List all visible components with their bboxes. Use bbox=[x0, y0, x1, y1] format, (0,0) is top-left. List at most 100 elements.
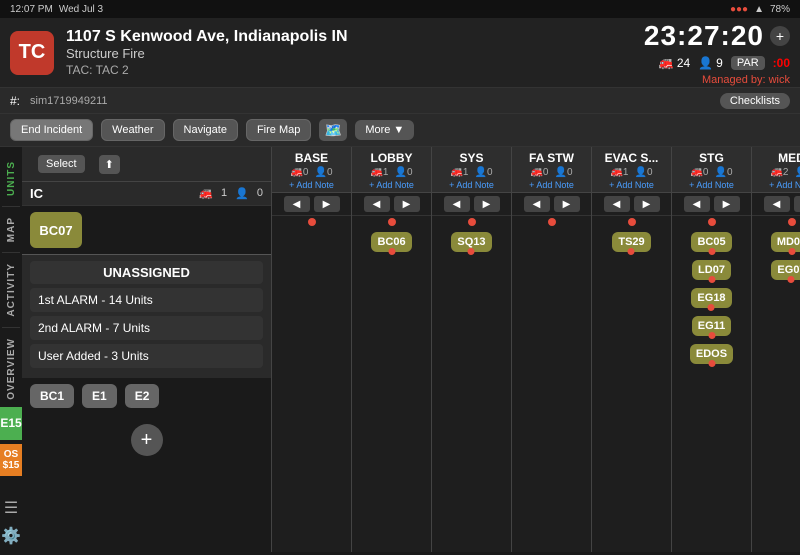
sidebar-item-overview[interactable]: OVERVIEW bbox=[4, 330, 19, 408]
column-evac: EVAC S... 🚒1 👤0 + Add Note ◀ ▶ TS29 bbox=[592, 147, 672, 552]
sidebar-item-map[interactable]: MAP bbox=[4, 209, 19, 250]
col-sys-title: SYS bbox=[436, 151, 507, 165]
status-dot-base bbox=[308, 218, 316, 226]
timer-plus-button[interactable]: + bbox=[770, 26, 790, 46]
arrow-left-stg[interactable]: ◀ bbox=[684, 196, 710, 212]
arrow-left-med[interactable]: ◀ bbox=[764, 196, 790, 212]
select-button[interactable]: Select bbox=[38, 155, 85, 173]
unit-eg18[interactable]: EG18 bbox=[691, 288, 731, 308]
unit-eg11[interactable]: EG11 bbox=[692, 316, 732, 336]
sidebar-item-units[interactable]: UNITS bbox=[4, 153, 19, 204]
arrow-right-lobby[interactable]: ▶ bbox=[394, 196, 420, 212]
ic-truck-icon: 🚒 bbox=[199, 187, 213, 200]
col-unit-ts29-wrap: TS29 bbox=[592, 228, 671, 256]
arrow-right-stg[interactable]: ▶ bbox=[714, 196, 740, 212]
unit-bc06[interactable]: BC06 bbox=[371, 232, 411, 252]
alarm-row-2[interactable]: 2nd ALARM - 7 Units bbox=[30, 316, 263, 340]
unit-md03[interactable]: MD03 bbox=[771, 232, 800, 252]
alarm-row-1[interactable]: 1st ALARM - 14 Units bbox=[30, 288, 263, 312]
truck-icon: 🚒 bbox=[659, 56, 674, 70]
unit-edos[interactable]: EDOS bbox=[690, 344, 733, 364]
col-fastw-header: FA STW 🚒0 👤0 + Add Note bbox=[512, 147, 591, 193]
hash-label: #: bbox=[10, 94, 20, 108]
unit-eg07[interactable]: EG07 bbox=[771, 260, 800, 280]
arrow-left-base[interactable]: ◀ bbox=[284, 196, 310, 212]
col-unit-eg07-wrap: EG07 bbox=[752, 256, 800, 284]
bc07-unit[interactable]: BC07 bbox=[30, 212, 82, 248]
more-button[interactable]: More ▼ bbox=[355, 120, 414, 140]
hamburger-icon[interactable]: ☰ bbox=[4, 498, 18, 518]
person-icon: 👤0 bbox=[635, 167, 653, 178]
add-note-evac[interactable]: + Add Note bbox=[596, 180, 667, 190]
truck-icon: 🚒2 bbox=[770, 167, 788, 178]
unit-bc1[interactable]: BC1 bbox=[30, 384, 74, 408]
add-note-stg[interactable]: + Add Note bbox=[676, 180, 747, 190]
add-note-fastw[interactable]: + Add Note bbox=[516, 180, 587, 190]
weather-button[interactable]: Weather bbox=[101, 119, 164, 141]
sidebar-item-activity[interactable]: ACTIVITY bbox=[4, 255, 19, 325]
truck-icon: 🚒1 bbox=[370, 167, 388, 178]
end-incident-button[interactable]: End Incident bbox=[10, 119, 93, 141]
col-unit-ld07-wrap: LD07 bbox=[672, 256, 751, 284]
unit-e2[interactable]: E2 bbox=[125, 384, 160, 408]
arrow-left-sys[interactable]: ◀ bbox=[444, 196, 470, 212]
arrow-right-med[interactable]: ▶ bbox=[794, 196, 800, 212]
map-icon-button[interactable]: 🗺️ bbox=[319, 119, 347, 141]
arrow-right-fastw[interactable]: ▶ bbox=[554, 196, 580, 212]
arrow-left-evac[interactable]: ◀ bbox=[604, 196, 630, 212]
unit-ld07[interactable]: LD07 bbox=[692, 260, 731, 280]
units-stat: 🚒 24 bbox=[659, 56, 690, 70]
unit-bc05[interactable]: BC05 bbox=[691, 232, 731, 252]
arrow-left-lobby[interactable]: ◀ bbox=[364, 196, 390, 212]
unit-sq13[interactable]: SQ13 bbox=[451, 232, 491, 252]
incident-info: 1107 S Kenwood Ave, Indianapolis IN Stru… bbox=[66, 28, 644, 77]
person-icon: 👤0 bbox=[475, 167, 493, 178]
add-note-base[interactable]: + Add Note bbox=[276, 180, 347, 190]
persons-count: 9 bbox=[716, 56, 723, 70]
col-unit-sq13-wrap: SQ13 bbox=[432, 228, 511, 256]
status-dot-evac bbox=[628, 218, 636, 226]
arrow-right-base[interactable]: ▶ bbox=[314, 196, 340, 212]
arrow-right-sys[interactable]: ▶ bbox=[474, 196, 500, 212]
col-unit-md03-wrap: MD03 bbox=[752, 228, 800, 256]
unit-dot-ts29 bbox=[628, 248, 635, 255]
column-stg: STG 🚒0 👤0 + Add Note ◀ ▶ BC05 LD07 bbox=[672, 147, 752, 552]
signal-icon: ●●● bbox=[730, 4, 748, 15]
columns-area: BASE 🚒0 👤0 + Add Note ◀ ▶ LOBBY bbox=[272, 147, 800, 552]
col-fastw-stats: 🚒0 👤0 bbox=[516, 167, 587, 178]
navigate-button[interactable]: Navigate bbox=[173, 119, 238, 141]
tab-divider-2 bbox=[2, 252, 20, 253]
unit-ts29[interactable]: TS29 bbox=[612, 232, 650, 252]
add-note-med[interactable]: + Add Note bbox=[756, 180, 800, 190]
col-lobby-title: LOBBY bbox=[356, 151, 427, 165]
fire-map-button[interactable]: Fire Map bbox=[246, 119, 311, 141]
arrow-left-fastw[interactable]: ◀ bbox=[524, 196, 550, 212]
tab-divider-1 bbox=[2, 206, 20, 207]
col-base-stats: 🚒0 👤0 bbox=[276, 167, 347, 178]
truck-icon: 🚒1 bbox=[610, 167, 628, 178]
add-note-sys[interactable]: + Add Note bbox=[436, 180, 507, 190]
side-tabs: UNITS MAP ACTIVITY OVERVIEW E15 OS $15 ☰… bbox=[0, 147, 22, 552]
unit-e1[interactable]: E1 bbox=[82, 384, 117, 408]
add-note-lobby[interactable]: + Add Note bbox=[356, 180, 427, 190]
tac-label: TAC: bbox=[66, 63, 92, 77]
add-plus-button[interactable]: + bbox=[131, 424, 163, 456]
alarm-row-3[interactable]: User Added - 3 Units bbox=[30, 344, 263, 368]
ic-person-icon: 👤 bbox=[235, 187, 249, 200]
checklists-button[interactable]: Checklists bbox=[720, 93, 790, 109]
person-icon: 👤0 bbox=[715, 167, 733, 178]
gear-icon[interactable]: ⚙️ bbox=[1, 526, 21, 546]
arrow-right-evac[interactable]: ▶ bbox=[634, 196, 660, 212]
truck-icon: 🚒0 bbox=[530, 167, 548, 178]
column-lobby: LOBBY 🚒1 👤0 + Add Note ◀ ▶ BC06 bbox=[352, 147, 432, 552]
col-sys-header: SYS 🚒1 👤0 + Add Note bbox=[432, 147, 511, 193]
col-evac-header: EVAC S... 🚒1 👤0 + Add Note bbox=[592, 147, 671, 193]
person-icon: 👤0 bbox=[395, 167, 413, 178]
status-dot-fastw bbox=[548, 218, 556, 226]
col-unit-eg18-wrap: EG18 bbox=[672, 284, 751, 312]
tac-value: TAC 2 bbox=[96, 63, 129, 77]
incident-type: Structure Fire bbox=[66, 46, 644, 61]
ic-label: IC bbox=[30, 186, 43, 201]
upload-button[interactable]: ⬆ bbox=[99, 155, 120, 174]
status-dot-stg bbox=[708, 218, 716, 226]
